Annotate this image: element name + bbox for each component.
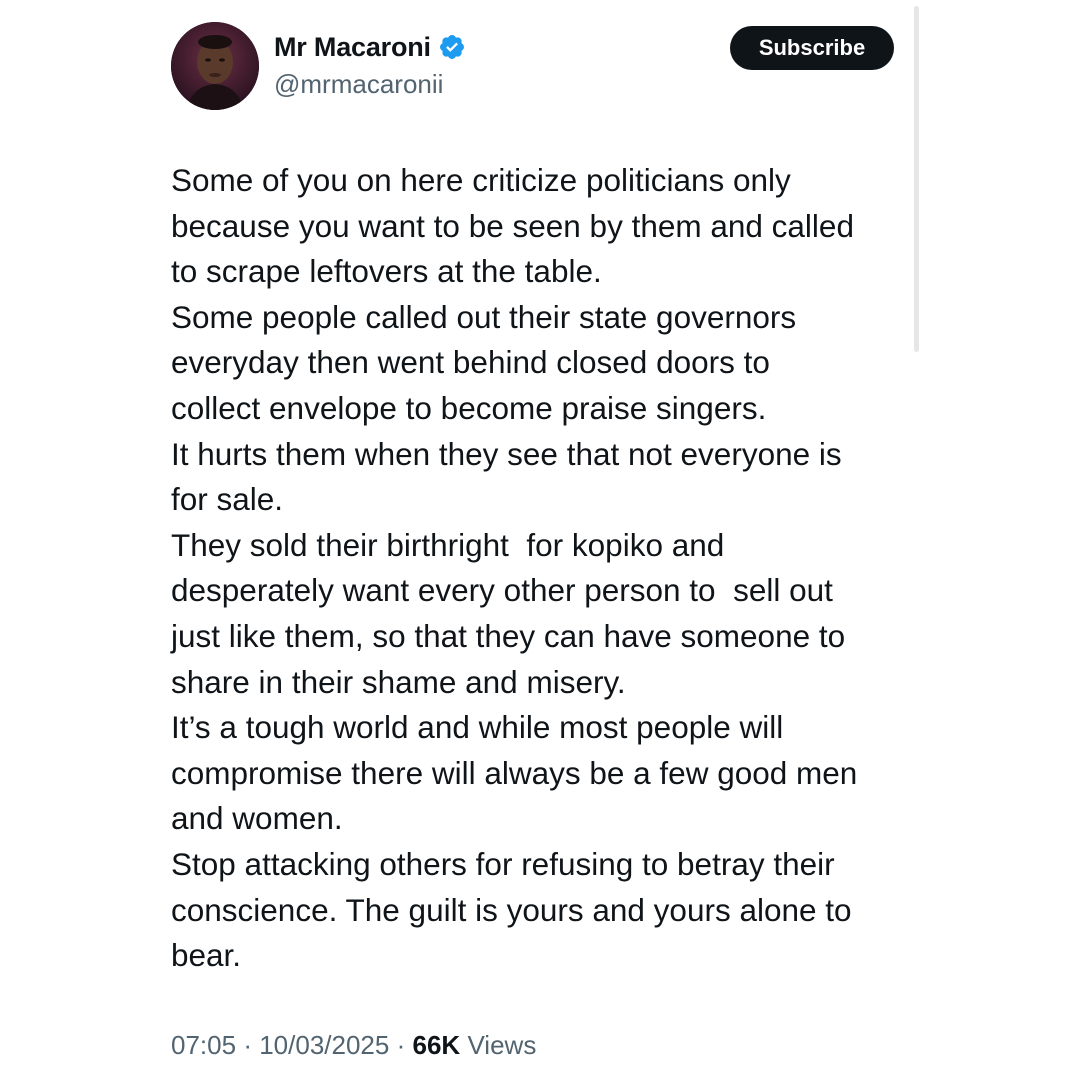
tweet-text-line: It’s a tough world and while most people…: [171, 709, 784, 746]
tweet-text: Some of you on here criticize politician…: [171, 158, 911, 979]
tweet-meta: 07:05 · 10/03/2025 · 66K Views: [171, 1026, 536, 1064]
tweet-text-line: bear.: [171, 937, 242, 974]
tweet-time[interactable]: 07:05: [171, 1030, 236, 1060]
author-name[interactable]: Mr Macaroni: [274, 32, 431, 63]
views-label: Views: [467, 1030, 537, 1060]
tweet-text-line: to scrape leftovers at the table.: [171, 253, 602, 290]
avatar[interactable]: [171, 22, 259, 110]
views-count: 66K: [412, 1030, 461, 1060]
scrollbar[interactable]: [914, 6, 919, 352]
meta-separator: ·: [396, 1030, 406, 1060]
tweet-text-line: for sale.: [171, 481, 284, 518]
tweet-text-line: Some people called out their state gover…: [171, 298, 797, 335]
tweet-text-line: everyday then went behind closed doors t…: [171, 344, 770, 381]
author-handle[interactable]: @mrmacaronii: [274, 69, 443, 100]
tweet-text-line: conscience. The guilt is yours and yours…: [171, 891, 852, 928]
tweet-text-line: It hurts them when they see that not eve…: [171, 435, 842, 472]
tweet-text-line: They sold their birthright for kopiko an…: [171, 526, 725, 563]
tweet-text-line: share in their shame and misery.: [171, 663, 626, 700]
subscribe-button[interactable]: Subscribe: [730, 26, 894, 70]
verified-badge-icon[interactable]: [438, 33, 466, 61]
tweet-text-line: because you want to be seen by them and …: [171, 207, 854, 244]
meta-separator: ·: [243, 1030, 252, 1060]
tweet-text-line: and women.: [171, 800, 343, 837]
tweet-text-line: just like them, so that they can have so…: [171, 617, 846, 654]
tweet-date[interactable]: 10/03/2025: [259, 1030, 389, 1060]
tweet-text-line: compromise there will always be a few go…: [171, 754, 858, 791]
author-name-row: Mr Macaroni: [274, 29, 466, 65]
tweet-text-line: Some of you on here criticize politician…: [171, 162, 791, 198]
avatar-image: [171, 22, 259, 110]
tweet-text-line: Stop attacking others for refusing to be…: [171, 845, 835, 882]
tweet-text-line: desperately want every other person to s…: [171, 572, 833, 609]
tweet-text-line: collect envelope to become praise singer…: [171, 389, 767, 426]
